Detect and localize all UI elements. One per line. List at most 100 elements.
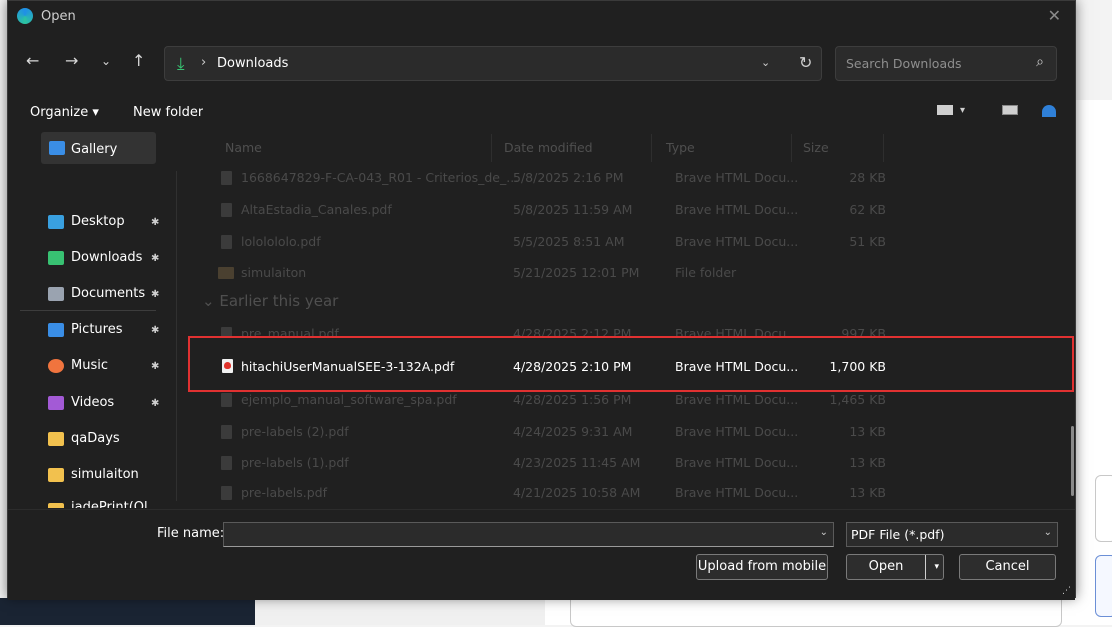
gallery-icon — [49, 141, 65, 155]
file-date: 5/8/2025 11:59 AM — [513, 202, 633, 217]
file-type-select[interactable]: PDF File (*.pdf) ⌄ — [846, 522, 1058, 547]
column-separator[interactable] — [491, 134, 492, 162]
refresh-icon[interactable]: ↻ — [799, 53, 812, 72]
organize-button[interactable]: Organize ▾ — [30, 105, 99, 123]
up-arrow-icon[interactable]: ↑ — [132, 51, 145, 70]
file-name: pre-labels (2).pdf — [241, 424, 349, 439]
folder-date: 5/21/2025 12:01 PM — [513, 265, 640, 280]
background-app-strip — [255, 598, 545, 625]
sidebar-item-jadeprint[interactable]: jadePrint(Ol — [71, 500, 148, 508]
file-name: pre-labels.pdf — [241, 485, 327, 500]
file-name: AltaEstadia_Canales.pdf — [241, 202, 392, 217]
file-row[interactable]: pre_manual.pdf 4/28/2025 2:12 PM Brave H… — [186, 318, 1066, 338]
address-history-dropdown-icon[interactable]: ⌄ — [761, 56, 770, 69]
file-name: 1668647829-F-CA-043_R01 - Criterios_de_.… — [241, 170, 519, 185]
dialog-footer: File name: ⌄ PDF File (*.pdf) ⌄ Upload f… — [8, 509, 1075, 600]
chevron-down-icon[interactable]: ⌄ — [202, 292, 215, 310]
open-button[interactable]: Open ▾ — [846, 554, 944, 580]
file-row[interactable]: AltaEstadia_Canales.pdf 5/8/2025 11:59 A… — [186, 194, 1066, 226]
file-type: Brave HTML Docu... — [675, 424, 799, 439]
search-icon[interactable]: ⌕ — [1036, 54, 1044, 70]
column-separator[interactable] — [791, 134, 792, 162]
sidebar-item-pictures[interactable]: Pictures — [71, 322, 122, 337]
help-icon[interactable] — [1042, 105, 1056, 117]
resize-grip-icon[interactable]: ⋰ — [1062, 586, 1071, 596]
file-row[interactable]: pre-labels (1).pdf 4/23/2025 11:45 AM Br… — [186, 447, 1066, 479]
open-file-dialog: Open ✕ ← → ⌄ ↑ ⤓ › Downloads ⌄ ↻ Search … — [7, 0, 1076, 600]
pin-icon[interactable]: ✱ — [151, 253, 159, 264]
sidebar-item-downloads[interactable]: Downloads — [71, 250, 142, 265]
recent-locations-icon[interactable]: ⌄ — [101, 54, 111, 68]
folder-icon — [218, 267, 234, 279]
chevron-down-icon[interactable]: ⌄ — [1044, 527, 1052, 538]
pin-icon[interactable]: ✱ — [151, 361, 159, 372]
view-options-icon[interactable] — [937, 105, 953, 115]
sidebar-item-desktop[interactable]: Desktop — [71, 214, 125, 229]
folder-type: File folder — [675, 265, 737, 280]
pdf-file-icon — [221, 486, 232, 500]
pdf-file-icon — [221, 171, 232, 185]
column-header-name[interactable]: Name — [225, 140, 262, 155]
column-header-size[interactable]: Size — [803, 140, 829, 155]
search-placeholder: Search Downloads — [846, 56, 962, 71]
preview-pane-icon[interactable] — [1002, 105, 1018, 115]
sidebar-item-documents[interactable]: Documents — [71, 286, 145, 301]
column-separator[interactable] — [651, 134, 652, 162]
sidebar-item-music[interactable]: Music — [71, 358, 108, 373]
search-box[interactable]: Search Downloads ⌕ — [835, 46, 1057, 81]
downloads-icon: ⤓ — [177, 54, 185, 74]
upload-from-mobile-button[interactable]: Upload from mobile — [696, 554, 828, 580]
background-card-edge-selected — [1095, 555, 1112, 617]
column-separator[interactable] — [883, 134, 884, 162]
folder-icon — [48, 468, 64, 482]
open-button-label[interactable]: Open — [847, 555, 925, 579]
sidebar-item-simulaiton[interactable]: simulaiton — [71, 467, 139, 482]
pin-icon[interactable]: ✱ — [151, 217, 159, 228]
file-name-input[interactable]: ⌄ — [223, 522, 834, 547]
pdf-file-icon — [221, 235, 232, 249]
file-row[interactable]: pre-labels.pdf 4/21/2025 10:58 AM Brave … — [186, 477, 1066, 508]
file-name-history-dropdown-icon[interactable]: ⌄ — [820, 527, 828, 538]
file-row[interactable]: 1668647829-F-CA-043_R01 - Criterios_de_.… — [186, 162, 1066, 194]
file-name: lololololo.pdf — [241, 234, 321, 249]
open-options-dropdown-icon[interactable]: ▾ — [934, 555, 939, 579]
vertical-scrollbar[interactable] — [1071, 426, 1074, 496]
file-size: 1,465 KB — [829, 392, 886, 407]
address-bar[interactable]: ⤓ › Downloads ⌄ ↻ — [164, 46, 822, 81]
music-icon — [48, 359, 64, 373]
sidebar-item-gallery-label: Gallery — [71, 142, 118, 157]
background-card-edge — [1095, 475, 1112, 542]
file-row[interactable]: pre-labels (2).pdf 4/24/2025 9:31 AM Bra… — [186, 416, 1066, 448]
breadcrumb-separator-icon[interactable]: › — [201, 55, 206, 70]
forward-arrow-icon[interactable]: → — [65, 51, 78, 70]
group-header-earlier-this-year[interactable]: ⌄ Earlier this year — [202, 292, 338, 310]
file-row[interactable]: lololololo.pdf 5/5/2025 8:51 AM Brave HT… — [186, 226, 1066, 258]
file-size: 13 KB — [849, 455, 886, 470]
sidebar-divider — [20, 310, 156, 311]
folder-name: simulaiton — [241, 265, 307, 280]
file-name: ejemplo_manual_software_spa.pdf — [241, 392, 457, 407]
file-date: 4/24/2025 9:31 AM — [513, 424, 633, 439]
column-header-type[interactable]: Type — [666, 140, 695, 155]
file-name: pre-labels (1).pdf — [241, 455, 349, 470]
new-folder-button[interactable]: New folder — [133, 105, 203, 123]
pin-icon[interactable]: ✱ — [151, 325, 159, 336]
view-dropdown-icon[interactable]: ▾ — [960, 105, 965, 116]
back-arrow-icon[interactable]: ← — [26, 51, 39, 70]
pane-divider — [176, 171, 177, 501]
column-header-date[interactable]: Date modified — [504, 140, 593, 155]
pin-icon[interactable]: ✱ — [151, 398, 159, 409]
videos-icon — [48, 396, 64, 410]
pin-icon[interactable]: ✱ — [151, 289, 159, 300]
folder-row[interactable]: simulaiton 5/21/2025 12:01 PM File folde… — [186, 257, 1066, 289]
close-icon[interactable]: ✕ — [1048, 6, 1061, 25]
sidebar-item-videos[interactable]: Videos — [71, 395, 114, 410]
file-type-value: PDF File (*.pdf) — [851, 527, 945, 542]
desktop-icon — [48, 215, 64, 229]
sidebar-item-qadays[interactable]: qaDays — [71, 431, 120, 446]
cancel-button[interactable]: Cancel — [959, 554, 1056, 580]
file-size: 13 KB — [849, 485, 886, 500]
breadcrumb-downloads[interactable]: Downloads — [217, 56, 288, 71]
file-size: 28 KB — [849, 170, 886, 185]
file-date: 4/21/2025 10:58 AM — [513, 485, 641, 500]
